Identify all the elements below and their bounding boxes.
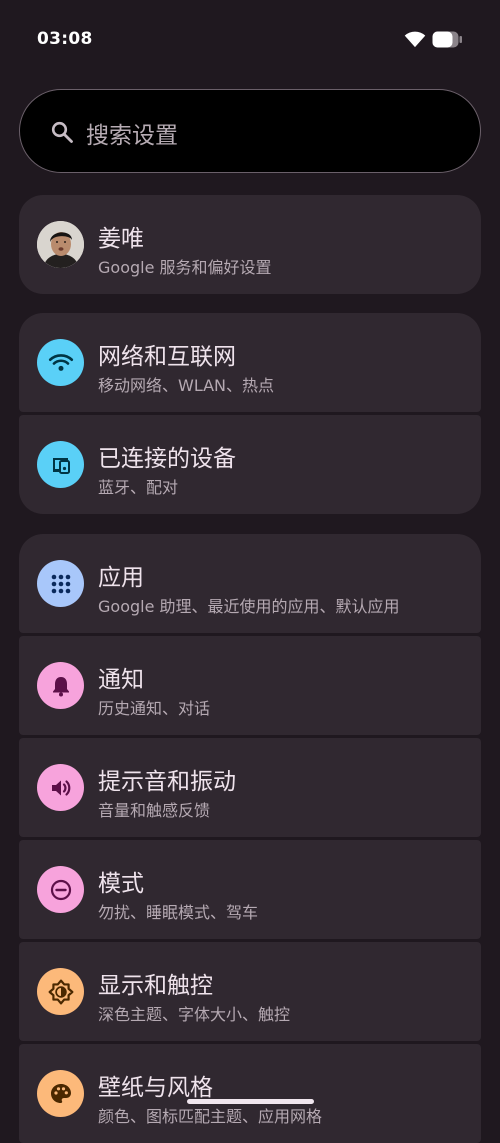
avatar (37, 221, 84, 268)
settings-item-subtitle: 颜色、图标匹配主题、应用网格 (98, 1107, 323, 1126)
connected-devices-icon (37, 441, 84, 488)
gesture-bar[interactable] (187, 1099, 314, 1104)
settings-item-subtitle: 深色主题、字体大小、触控 (98, 1005, 291, 1024)
brightness-icon (37, 968, 84, 1015)
settings-item-title: 提示音和振动 (98, 769, 236, 795)
search-icon (51, 121, 73, 143)
settings-item-display[interactable]: 显示和触控 深色主题、字体大小、触控 (19, 942, 481, 1041)
bell-icon (37, 662, 84, 709)
account-subtitle: Google 服务和偏好设置 (98, 258, 272, 277)
settings-item-modes[interactable]: 模式 勿扰、睡眠模式、驾车 (19, 840, 481, 939)
apps-grid-icon (37, 560, 84, 607)
settings-item-apps[interactable]: 应用 Google 助理、最近使用的应用、默认应用 (19, 534, 481, 633)
dnd-mode-icon (37, 866, 84, 913)
wifi-icon (404, 31, 426, 48)
settings-item-notifications[interactable]: 通知 历史通知、对话 (19, 636, 481, 735)
settings-item-title: 壁纸与风格 (98, 1075, 213, 1101)
settings-item-subtitle: 历史通知、对话 (98, 699, 211, 718)
settings-item-title: 模式 (98, 871, 144, 897)
search-placeholder: 搜索设置 (86, 123, 178, 149)
palette-icon (37, 1070, 84, 1117)
account-card[interactable]: 姜唯 Google 服务和偏好设置 (19, 195, 481, 294)
status-time: 03:08 (37, 29, 93, 49)
settings-item-title: 通知 (98, 667, 144, 693)
battery-icon (432, 31, 462, 48)
settings-item-subtitle: 音量和触感反馈 (98, 801, 211, 820)
account-name: 姜唯 (98, 226, 144, 252)
settings-item-title: 网络和互联网 (98, 344, 236, 370)
settings-item-title: 显示和触控 (98, 973, 213, 999)
settings-item-wallpaper[interactable]: 壁纸与风格 颜色、图标匹配主题、应用网格 (19, 1044, 481, 1143)
speaker-icon (37, 764, 84, 811)
settings-item-subtitle: 移动网络、WLAN、热点 (98, 376, 275, 395)
settings-item-subtitle: 勿扰、睡眠模式、驾车 (98, 903, 259, 922)
settings-item-subtitle: Google 助理、最近使用的应用、默认应用 (98, 597, 400, 616)
search-bar[interactable]: 搜索设置 (19, 89, 481, 173)
wifi-icon (37, 339, 84, 386)
settings-item-sound[interactable]: 提示音和振动 音量和触感反馈 (19, 738, 481, 837)
settings-item-network[interactable]: 网络和互联网 移动网络、WLAN、热点 (19, 313, 481, 412)
settings-item-title: 已连接的设备 (98, 446, 236, 472)
status-bar: 03:08 (0, 0, 500, 80)
settings-item-title: 应用 (98, 565, 144, 591)
settings-item-connected-devices[interactable]: 已连接的设备 蓝牙、配对 (19, 415, 481, 514)
settings-item-subtitle: 蓝牙、配对 (98, 478, 179, 497)
